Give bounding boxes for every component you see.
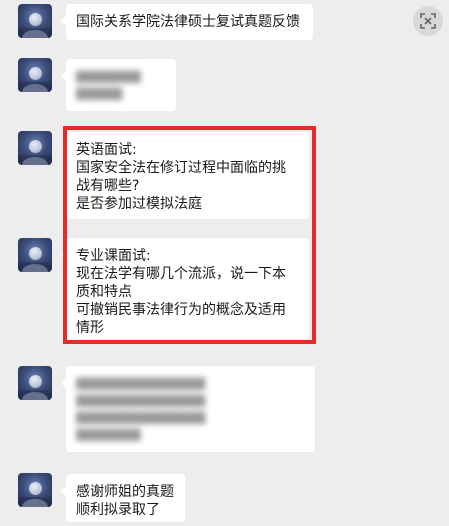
avatar[interactable] <box>18 238 52 272</box>
blurred-text: ▇▇▇▇▇▇▇▇▇▇▇▇▇▇ ▇▇▇▇▇▇▇▇▇▇▇▇▇▇ ▇▇▇▇▇▇▇▇▇▇… <box>76 376 206 441</box>
avatar[interactable] <box>18 58 52 92</box>
message-text: 国际关系学院法律硕士复试真题反馈 <box>76 14 300 30</box>
message-text: 感谢师姐的真题 顺利拟录取了 <box>76 484 174 518</box>
blurred-text: ▇▇▇▇▇▇▇ ▇▇▇▇▇ <box>76 69 141 100</box>
highlight-box <box>63 126 316 344</box>
avatar[interactable] <box>18 4 52 38</box>
message-bubble[interactable]: 感谢师姐的真题 顺利拟录取了 <box>61 474 185 522</box>
close-icon <box>420 13 436 29</box>
avatar[interactable] <box>18 473 52 507</box>
close-button[interactable] <box>413 6 443 36</box>
message-bubble-blurred[interactable]: ▇▇▇▇▇▇▇▇▇▇▇▇▇▇ ▇▇▇▇▇▇▇▇▇▇▇▇▇▇ ▇▇▇▇▇▇▇▇▇▇… <box>61 366 315 452</box>
avatar[interactable] <box>18 131 52 165</box>
avatar[interactable] <box>18 366 52 400</box>
message-bubble-blurred[interactable]: ▇▇▇▇▇▇▇ ▇▇▇▇▇ <box>61 59 176 111</box>
message-bubble[interactable]: 国际关系学院法律硕士复试真题反馈 <box>61 4 313 40</box>
